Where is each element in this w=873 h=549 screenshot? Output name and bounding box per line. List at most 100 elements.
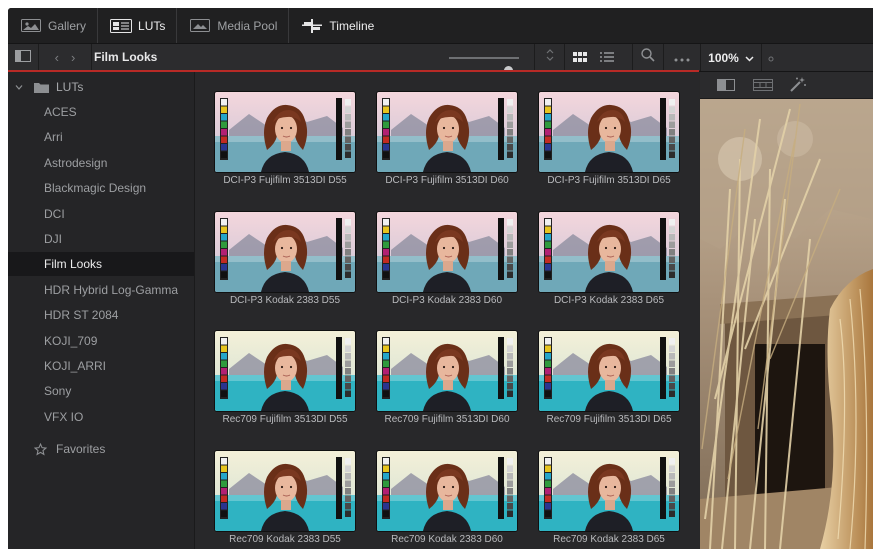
timeline-icon [301, 18, 323, 33]
gallery-icon [20, 19, 42, 33]
sidebar-item-astrodesign[interactable]: Astrodesign [8, 151, 194, 175]
lut-preview-image [538, 330, 680, 412]
search-button[interactable] [632, 44, 663, 71]
tab-label: LUTs [138, 18, 166, 33]
sort-arrows-icon [546, 48, 554, 67]
sidebar-item-hdr-hybrid-log-gamma[interactable]: HDR Hybrid Log-Gamma [8, 278, 194, 302]
tab-gallery[interactable]: Gallery [8, 8, 99, 43]
lut-name-label: DCI-P3 Fujifilm 3513DI D60 [385, 175, 509, 186]
lut-preview-image [538, 211, 680, 293]
sidebar-item-dji[interactable]: DJI [8, 227, 194, 251]
tab-luts[interactable]: LUTs [98, 8, 178, 43]
luts-icon [110, 18, 133, 33]
lut-folder-sidebar: LUTs ACES Arri Astrodesign Blackmagic Desig… [8, 72, 195, 549]
lut-thumbnail-card[interactable]: DCI-P3 Fujifilm 3513DI D55 [214, 81, 356, 187]
dot-icon [768, 49, 774, 67]
sidebar-item-label: Favorites [56, 442, 106, 456]
lut-preview-image [214, 450, 356, 532]
chevron-down-icon[interactable] [10, 84, 28, 90]
viewer-toolbar [700, 72, 873, 99]
lut-thumbnail-card[interactable]: DCI-P3 Kodak 2383 D55 [214, 201, 356, 307]
lut-name-label: DCI-P3 Fujifilm 3513DI D65 [547, 175, 671, 186]
back-arrow-icon[interactable]: ‹ [55, 50, 59, 65]
sidebar-item-hdr-st-2084[interactable]: HDR ST 2084 [8, 303, 194, 327]
lut-name-label: Rec709 Fujifilm 3513DI D60 [384, 414, 510, 425]
lut-thumbnail-card[interactable]: Rec709 Fujifilm 3513DI D65 [538, 320, 680, 426]
sidebar-item-favorites[interactable]: Favorites [34, 438, 105, 460]
list-view-button[interactable] [594, 44, 620, 71]
sidebar-item-koji-709[interactable]: KOJI_709 [8, 329, 194, 353]
lut-thumbnail-card[interactable]: DCI-P3 Fujifilm 3513DI D60 [376, 81, 518, 187]
lut-thumbnail-card[interactable]: Rec709 Fujifilm 3513DI D55 [214, 320, 356, 426]
lut-preview-image [538, 91, 680, 173]
tab-label: Gallery [48, 18, 87, 33]
lut-preview-image [214, 211, 356, 293]
browser-toolbar: ‹ › Film Looks 100% [8, 44, 873, 75]
sidebar-item-arri[interactable]: Arri [8, 125, 194, 149]
lut-thumbnail-card[interactable]: Rec709 Fujifilm 3513DI D60 [376, 320, 518, 426]
lut-thumbnail-grid: DCI-P3 Fujifilm 3513DI D55 DCI-P3 Fujifil… [195, 72, 699, 549]
preview-viewer[interactable] [700, 99, 873, 549]
lut-name-label: DCI-P3 Kodak 2383 D65 [553, 295, 665, 306]
lut-name-label: DCI-P3 Kodak 2383 D55 [229, 295, 341, 306]
lut-name-label: Rec709 Kodak 2383 D65 [553, 534, 665, 545]
preview-image [700, 99, 873, 549]
lut-preview-image [376, 211, 518, 293]
lut-thumbnail-card[interactable]: DCI-P3 Kodak 2383 D65 [538, 201, 680, 307]
lut-thumbnail-card[interactable]: Rec709 Kodak 2383 D60 [376, 440, 518, 546]
lut-preview-image [376, 330, 518, 412]
sidebar-item-koji-arri[interactable]: KOJI_ARRI [8, 354, 194, 378]
lut-name-label: DCI-P3 Fujifilm 3513DI D55 [223, 175, 347, 186]
lut-preview-image [376, 450, 518, 532]
sidebar-item-vfx-io[interactable]: VFX IO [8, 405, 194, 429]
zoom-dropdown[interactable]: 100% [700, 44, 762, 71]
grid-view-icon [572, 49, 587, 67]
tab-media-pool[interactable]: Media Pool [177, 8, 290, 43]
lut-thumbnail-card[interactable]: Rec709 Kodak 2383 D55 [214, 440, 356, 546]
viewer-options-button[interactable] [761, 44, 781, 71]
chevron-down-icon [745, 51, 754, 65]
lut-name-label: Rec709 Fujifilm 3513DI D65 [546, 414, 672, 425]
toggle-sidebar-button[interactable] [8, 44, 39, 71]
sidebar-root-luts[interactable]: LUTs [8, 76, 83, 98]
lut-preview-image [214, 330, 356, 412]
zoom-level: 100% [708, 50, 739, 65]
navigation-buttons: ‹ › [39, 44, 92, 71]
lut-thumbnail-card[interactable]: DCI-P3 Kodak 2383 D60 [376, 201, 518, 307]
sidebar-root-label: LUTs [56, 80, 84, 94]
tab-label: Media Pool [217, 18, 278, 33]
lut-name-label: Rec709 Kodak 2383 D55 [229, 534, 341, 545]
sidebar-item-dci[interactable]: DCI [8, 202, 194, 226]
sort-button[interactable] [534, 44, 564, 71]
sidebar-toggle-icon [15, 49, 31, 67]
lut-browser-window: Gallery LUTs Media Pool Timeline ‹ › Fil… [8, 8, 873, 549]
list-view-icon [600, 49, 614, 67]
panel-tab-bar: Gallery LUTs Media Pool Timeline [8, 8, 873, 44]
tab-timeline[interactable]: Timeline [289, 8, 385, 43]
lut-name-label: DCI-P3 Kodak 2383 D60 [391, 295, 503, 306]
sidebar-item-aces[interactable]: ACES [8, 100, 194, 124]
thumbnail-view-button[interactable] [564, 44, 594, 71]
forward-arrow-icon[interactable]: › [71, 50, 75, 65]
more-options-button[interactable] [663, 44, 700, 71]
lut-preview-image [214, 91, 356, 173]
media-pool-icon [189, 19, 211, 33]
lut-preview-image [376, 91, 518, 173]
current-folder-title: Film Looks [94, 50, 158, 64]
tab-label: Timeline [329, 18, 375, 33]
sidebar-item-film-looks[interactable]: Film Looks [8, 252, 194, 277]
lut-name-label: Rec709 Kodak 2383 D60 [391, 534, 503, 545]
filmstrip-icon[interactable] [753, 78, 773, 96]
more-dots-icon [674, 49, 690, 67]
lut-preview-image [538, 450, 680, 532]
star-icon [34, 442, 47, 456]
thumbnail-size-slider[interactable] [449, 57, 519, 75]
sidebar-item-sony[interactable]: Sony [8, 379, 194, 403]
lut-name-label: Rec709 Fujifilm 3513DI D55 [222, 414, 348, 425]
split-screen-icon[interactable] [717, 78, 735, 96]
lut-thumbnail-card[interactable]: DCI-P3 Fujifilm 3513DI D65 [538, 81, 680, 187]
folder-icon [34, 82, 49, 93]
magic-wand-icon[interactable] [789, 77, 807, 98]
sidebar-item-blackmagic-design[interactable]: Blackmagic Design [8, 176, 194, 200]
lut-thumbnail-card[interactable]: Rec709 Kodak 2383 D65 [538, 440, 680, 546]
